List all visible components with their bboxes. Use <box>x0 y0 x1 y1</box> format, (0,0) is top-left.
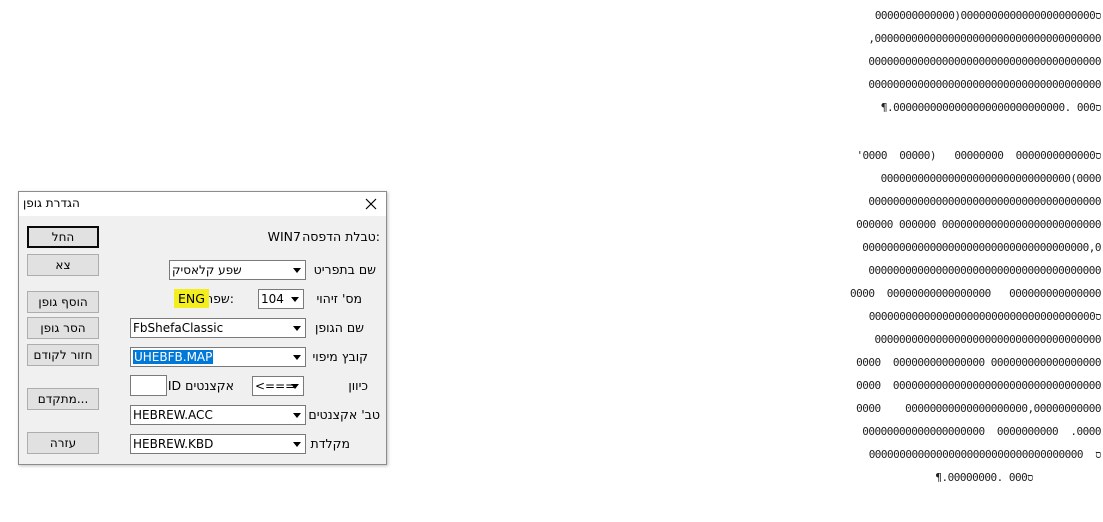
document-line: 00000000ס 000000000000000000000000000 <box>868 448 1102 461</box>
chevron-down-icon[interactable] <box>287 290 303 308</box>
print-table-value: WIN7 <box>267 229 301 244</box>
direction-label: כיוון <box>348 378 368 393</box>
accents-id-label: ID אקצנטים <box>167 378 234 393</box>
document-line: 0000 0000000000000000000000000000000000 <box>856 379 1101 392</box>
direction-combo[interactable]: <=== <box>252 376 304 396</box>
advanced-button[interactable]: מתקדם... <box>27 388 99 410</box>
document-line: 00000000000000000000 0000000000 .0000 <box>862 425 1101 438</box>
document-line: 00000000000000000000000000000000000000 <box>868 264 1101 277</box>
document-page: ס0000000000000000000000(0000000000000 ,0… <box>806 0 1103 522</box>
document-line: 0000 00000000000000000 000000000000000 <box>849 287 1102 300</box>
document-line: 0000000000000000000000000000000(0000 <box>880 172 1102 185</box>
accents-id-input[interactable] <box>130 375 167 396</box>
language-label: שפה: <box>204 291 234 306</box>
remove-font-button[interactable]: הסר גופן <box>27 317 99 339</box>
menu-name-label: שם בתפריט <box>313 262 376 277</box>
keyboard-combo[interactable]: HEBREW.KBD <box>130 434 306 454</box>
menu-name-combo[interactable]: שפע קלאסיק <box>169 260 306 280</box>
menu-name-value: שפע קלאסיק <box>172 263 242 277</box>
document-line: '0000 00000) ס0000000000000 00000000 <box>856 149 1101 162</box>
close-icon[interactable] <box>360 192 382 216</box>
back-button[interactable]: חזור לקודם <box>27 344 99 366</box>
map-file-combo[interactable]: UHEBFB.MAP <box>130 347 306 367</box>
document-line: ס0000000000000000000000(0000000000000 <box>874 9 1102 22</box>
language-value: ENG <box>174 289 209 308</box>
accents-table-value: HEBREW.ACC <box>133 408 213 422</box>
font-name-value: FbShefaClassic <box>133 321 224 335</box>
font-name-combo[interactable]: FbShefaClassic <box>130 318 306 338</box>
document-line: 00000000000000000000000000000000000000 <box>868 195 1101 208</box>
document-line: 0000 00000000000000000000,00000000000 <box>856 402 1101 415</box>
id-label: מס' זיהוי <box>316 291 362 306</box>
document-line: 000000 000000 00000000000000000000000000 <box>856 218 1101 231</box>
document-line: ¶.ס000 .00000000 <box>935 471 1033 484</box>
chevron-down-icon[interactable] <box>289 319 305 337</box>
document-line: 0000000000000000000000000000000000000,0 <box>862 241 1101 254</box>
accents-table-label: טב' אקצנטים <box>308 407 380 422</box>
accents-table-combo[interactable]: HEBREW.ACC <box>130 405 306 425</box>
document-line: ¶.ס000 .0000000000000000000000000000 <box>880 101 1102 114</box>
print-table-label: טבלת הדפסה: <box>302 229 380 244</box>
keyboard-label: מקלדת <box>310 436 350 451</box>
chevron-down-icon[interactable] <box>289 261 305 279</box>
dialog-title: הגדרת גופן <box>23 196 80 210</box>
map-file-value: UHEBFB.MAP <box>133 350 214 364</box>
chevron-down-icon[interactable] <box>289 406 305 424</box>
id-combo[interactable]: 104 <box>258 289 304 309</box>
document-line: ,0000000000000000000000000000000000000 <box>868 32 1101 45</box>
id-value: 104 <box>261 292 284 306</box>
start-button[interactable]: החל <box>27 226 99 248</box>
chevron-down-icon[interactable] <box>289 435 305 453</box>
document-line: 00000000000000000000000000000000000000 <box>868 55 1101 68</box>
document-line: 0000 000000000000000 000000000000000000 <box>856 356 1101 369</box>
add-font-button[interactable]: הוסף גופן <box>27 291 99 313</box>
title-bar: הגדרת גופן <box>19 192 386 216</box>
map-file-label: קובץ מיפוי <box>312 349 368 364</box>
chevron-down-icon[interactable] <box>289 348 305 366</box>
document-line: 00000000000000000000000000000000000000 <box>868 78 1101 91</box>
font-name-label: שם הגופן <box>314 320 364 335</box>
exit-button[interactable]: צא <box>27 254 99 276</box>
help-button[interactable]: עזרה <box>27 432 99 454</box>
keyboard-value: HEBREW.KBD <box>133 437 214 451</box>
chevron-down-icon[interactable] <box>287 377 303 395</box>
document-line: 0000000000000000000000000000000000000 <box>874 333 1101 346</box>
font-settings-dialog: הגדרת גופן החל צא הוסף גופן הסר גופן חזו… <box>18 191 387 465</box>
document-line: ס0000000000000000000000000000000000000 <box>868 310 1102 323</box>
